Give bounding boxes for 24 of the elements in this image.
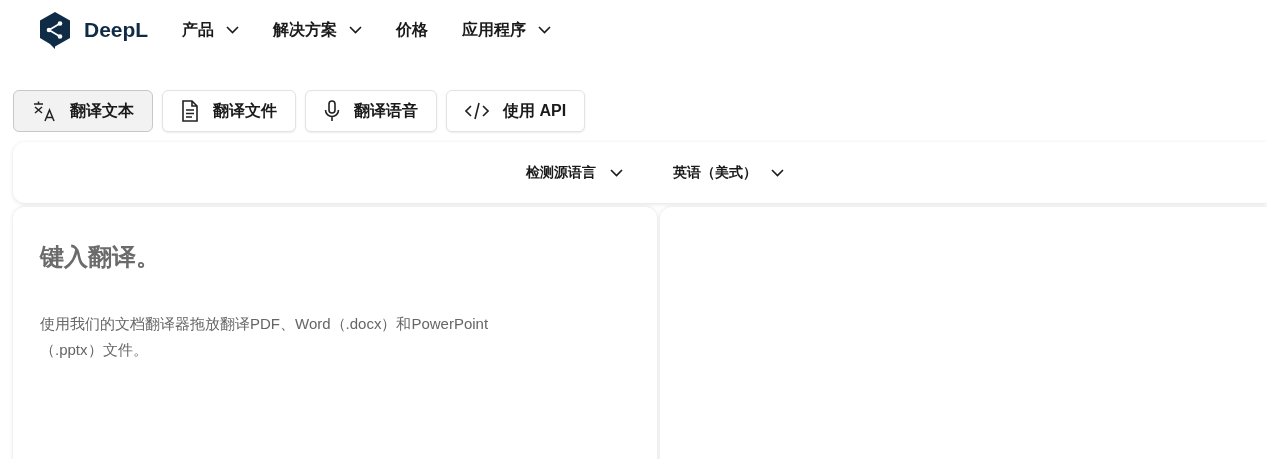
mode-tab[interactable]: 翻译文件 — [162, 90, 296, 132]
mode-tab[interactable]: 翻译语音 — [305, 90, 437, 132]
chevron-icon — [610, 168, 623, 177]
chevron-icon — [226, 26, 240, 34]
mode-tab[interactable]: 使用 API — [446, 90, 586, 132]
mode-tab[interactable]: 翻译文本 — [13, 90, 153, 132]
nav-menu-item[interactable]: 价格 — [396, 18, 429, 42]
nav-menu-item[interactable]: 应用程序 — [462, 18, 552, 42]
document-icon — [181, 100, 199, 122]
hint-text: 使用我们的文档翻译器拖放翻译PDF、Word（.docx）和PowerPoint（.pptx）文件。 — [40, 314, 490, 360]
chevron-icon — [538, 26, 552, 34]
logo-icon[interactable] — [38, 11, 72, 49]
chevron-icon — [771, 168, 784, 177]
input-placeholder: 键入翻译。 — [40, 242, 161, 272]
translate-icon — [32, 100, 56, 122]
target-language-dropdown[interactable]: 英语（美式） — [673, 162, 784, 183]
brand-name[interactable]: DeepL — [84, 14, 149, 46]
nav-menu-item[interactable]: 解决方案 — [273, 18, 363, 42]
microphone-icon — [324, 100, 340, 122]
source-language-dropdown[interactable]: 检测源语言 — [526, 162, 623, 183]
nav-menu-item[interactable]: 产品 — [182, 18, 240, 42]
source-text-panel[interactable]: 键入翻译。 使用我们的文档翻译器拖放翻译PDF、Word（.docx）和PowerPoint（.pptx）文件。 — [13, 207, 657, 459]
code-icon — [465, 102, 489, 120]
chevron-icon — [349, 26, 363, 34]
